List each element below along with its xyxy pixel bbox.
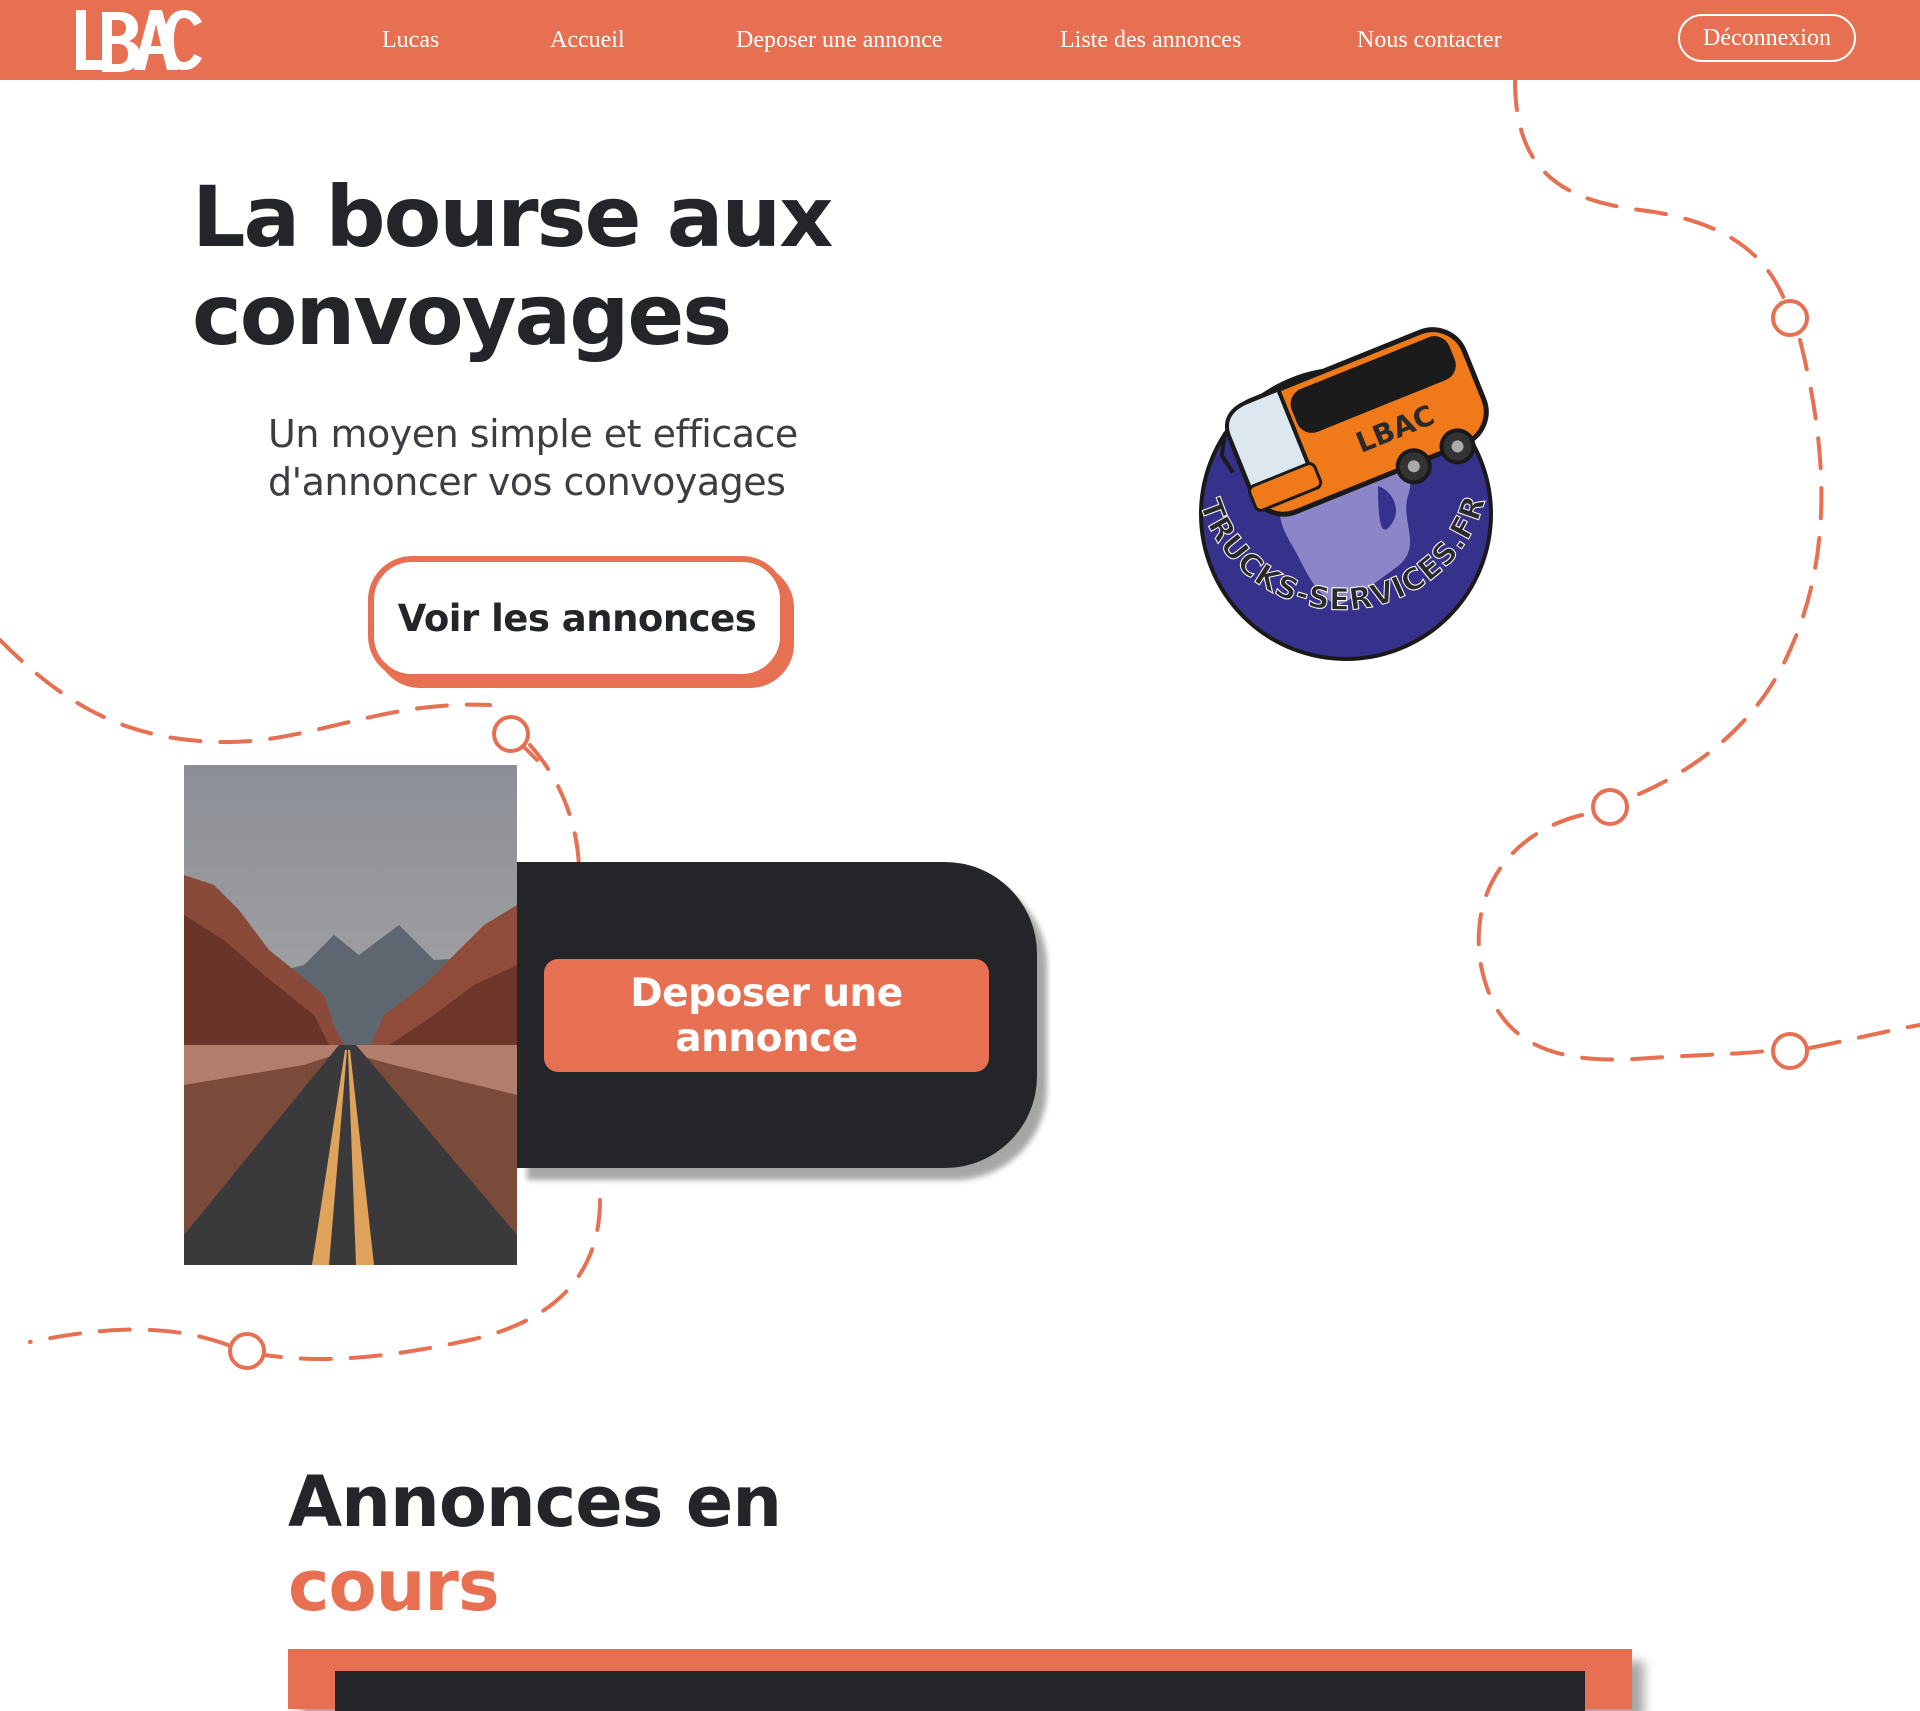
top-navbar: Lucas Accueil Deposer une annonce Liste …: [0, 0, 1920, 80]
post-ad-button[interactable]: Deposer une annonce: [544, 959, 989, 1072]
ads-section-title-accent: cours: [288, 1545, 500, 1627]
logout-button[interactable]: Déconnexion: [1678, 14, 1856, 62]
nav-link-ads-list[interactable]: Liste des annonces: [1060, 24, 1241, 56]
nav-link-contact[interactable]: Nous contacter: [1357, 24, 1502, 56]
lbac-logo[interactable]: [72, 4, 206, 76]
desert-road-photo: [184, 765, 517, 1265]
nav-link-user[interactable]: Lucas: [382, 24, 439, 56]
ads-section-title-line1: Annonces en: [288, 1461, 782, 1543]
see-ads-button[interactable]: Voir les annonces: [368, 556, 786, 680]
ads-section-title: Annonces en cours: [288, 1460, 988, 1628]
nav-link-post-ad[interactable]: Deposer une annonce: [736, 24, 943, 56]
ad-card[interactable]: [335, 1671, 1585, 1711]
hero-subtitle: Un moyen simple et efficace d'annoncer v…: [268, 412, 798, 504]
hero-title: La bourse aux convoyages: [192, 168, 833, 364]
ads-list-container: [288, 1649, 1632, 1711]
bus-on-globe-logo: TRUCKS-SERVICES.FR LBAC: [1192, 327, 1493, 661]
nav-link-home[interactable]: Accueil: [550, 24, 625, 56]
